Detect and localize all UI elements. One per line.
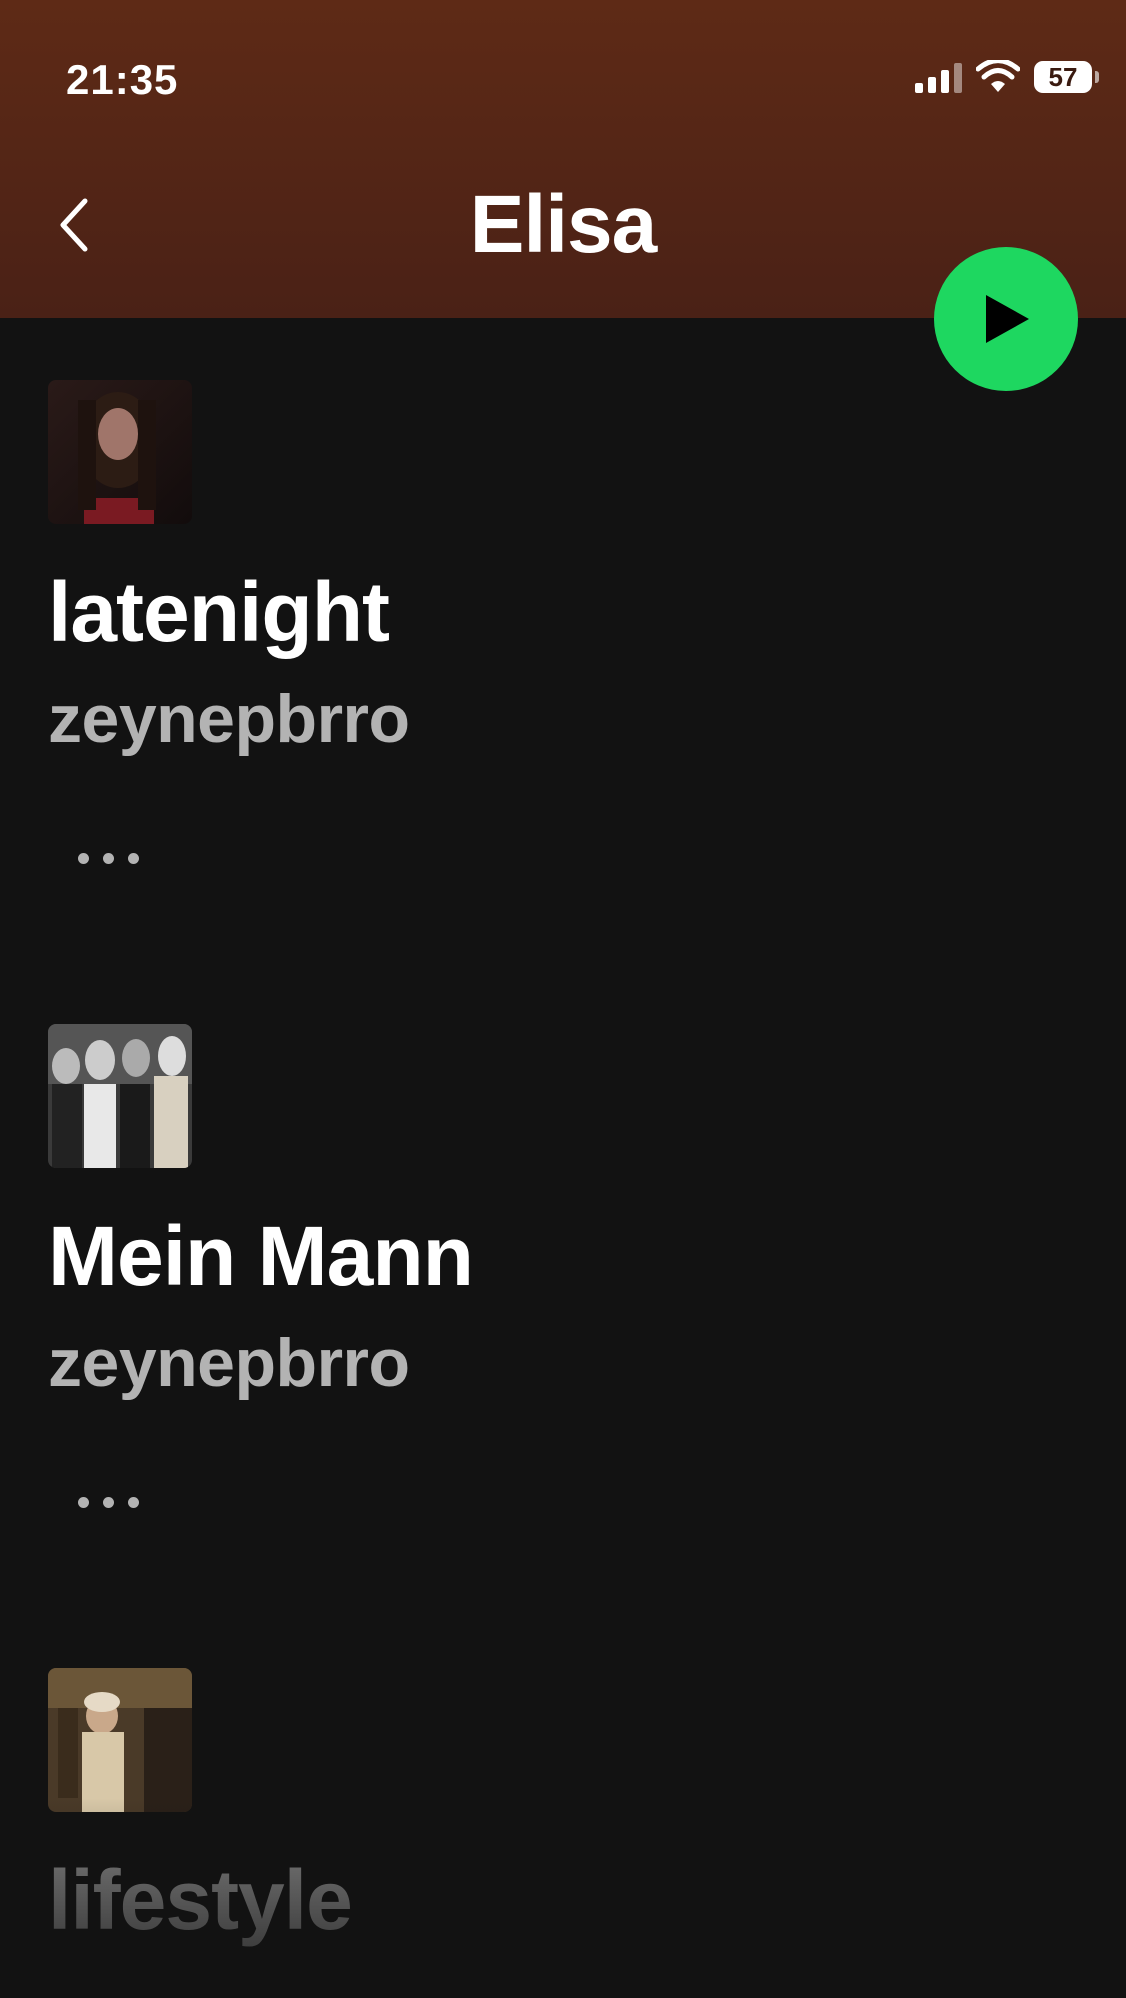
battery-icon: 57 [1034, 61, 1099, 93]
playlist-owner: zeynepbrro [48, 681, 410, 758]
playlist-cover [48, 1024, 192, 1168]
playlist-title: lifestyle [48, 1853, 353, 1947]
status-icons: 57 [915, 60, 1099, 94]
more-options-icon[interactable] [78, 843, 158, 873]
wifi-icon [976, 60, 1020, 92]
playlist-title: Mein Mann [48, 1209, 474, 1303]
playlist-item[interactable]: latenight zeynepbrro [48, 380, 1078, 873]
playlist-item[interactable]: Mein Mann zeynepbrro [48, 1024, 1078, 1517]
status-time: 21:35 [66, 56, 179, 103]
playlist-cover [48, 1668, 192, 1812]
more-options-icon[interactable] [78, 1487, 158, 1517]
playlist-title: latenight [48, 565, 390, 659]
battery-level: 57 [1048, 61, 1078, 92]
cellular-signal-icon [915, 61, 962, 93]
playlist-cover [48, 380, 192, 524]
play-icon [986, 295, 1029, 343]
page-title: Elisa [469, 179, 657, 270]
playlist-item[interactable]: lifestyle [48, 1668, 1078, 1946]
play-button[interactable] [934, 247, 1078, 391]
playlist-owner: zeynepbrro [48, 1325, 410, 1402]
